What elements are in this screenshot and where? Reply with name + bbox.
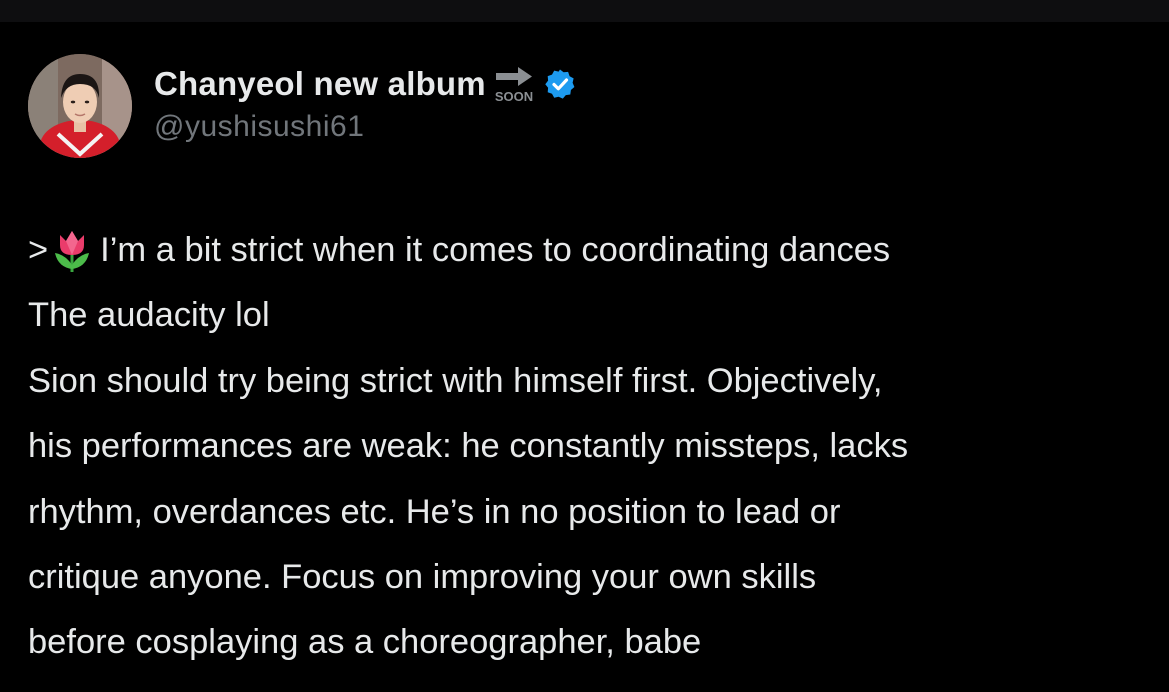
- post-line: critique anyone. Focus on improving your…: [28, 557, 817, 596]
- name-row: Chanyeol new album SOON: [154, 62, 576, 106]
- top-strip: [0, 0, 1169, 22]
- post-text: > I’m a bit strict when it comes to coor…: [28, 218, 1158, 676]
- handle[interactable]: @yushisushi61: [154, 110, 576, 144]
- author-identity: Chanyeol new album SOON @yushisushi61: [154, 62, 576, 144]
- svg-text:SOON: SOON: [495, 89, 533, 104]
- post-line: The audacity lol: [28, 296, 270, 335]
- post: Chanyeol new album SOON @yushisushi61 >: [0, 22, 1169, 692]
- quote-marker: >: [28, 231, 49, 269]
- soon-arrow-icon: SOON: [490, 64, 538, 104]
- post-line: > I’m a bit strict when it comes to coor…: [28, 218, 1158, 283]
- display-name[interactable]: Chanyeol new album: [154, 65, 486, 103]
- post-line-text: I’m a bit strict when it comes to coordi…: [100, 231, 891, 269]
- post-line: before cosplaying as a choreographer, ba…: [28, 623, 702, 662]
- avatar[interactable]: [28, 54, 132, 158]
- post-line: Sion should try being strict with himsel…: [28, 361, 883, 400]
- tulip-icon: [52, 229, 92, 273]
- verified-badge-icon: [544, 68, 576, 100]
- post-line: his performances are weak: he constantly…: [28, 427, 909, 466]
- post-line: rhythm, overdances etc. He’s in no posit…: [28, 492, 841, 531]
